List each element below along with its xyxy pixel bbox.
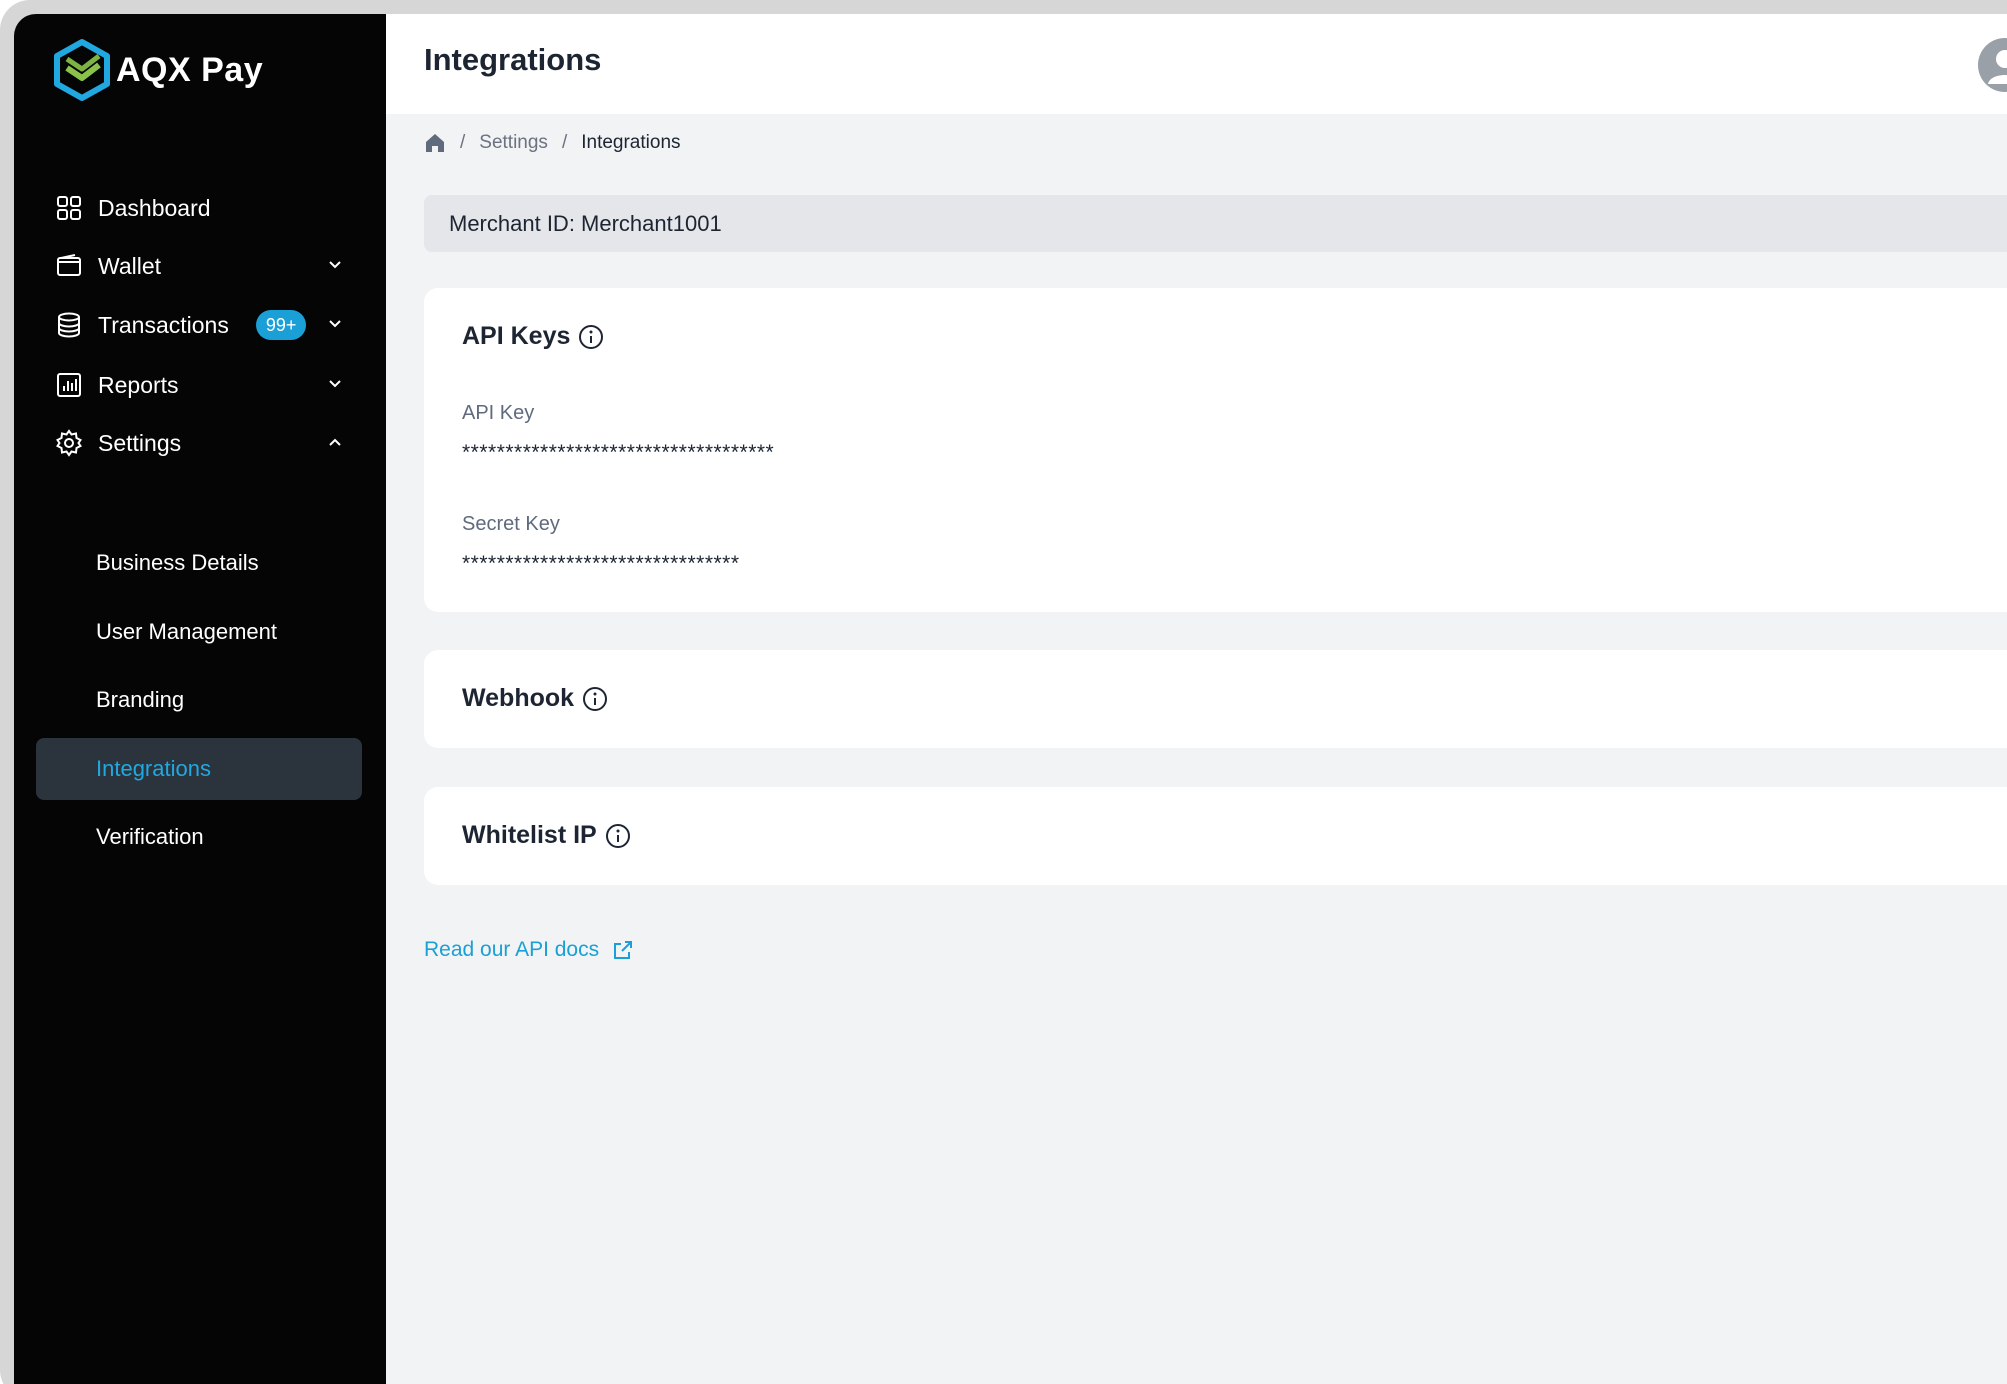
breadcrumb-settings-link[interactable]: Settings <box>479 132 548 154</box>
reports-icon <box>54 370 84 400</box>
sidebar-item-wallet[interactable]: Wallet <box>54 240 364 292</box>
brand-name: AQX Pay <box>116 50 264 89</box>
breadcrumb-current: Integrations <box>581 132 681 153</box>
sidebar-item-label: Dashboard <box>98 194 211 221</box>
database-icon <box>54 310 84 340</box>
chevron-down-icon <box>329 261 341 269</box>
sidebar: AQX Pay Dashboard Wallet Transactions 99… <box>14 14 386 1384</box>
info-icon[interactable] <box>582 686 608 712</box>
app-screen: AQX Pay Dashboard Wallet Transactions 99… <box>14 14 2007 1384</box>
api-key-label: API Key <box>462 402 535 424</box>
dashboard-icon <box>54 193 84 223</box>
top-bar: Integrations <box>386 14 2007 114</box>
whitelist-ip-card[interactable]: Whitelist IP <box>424 787 2007 885</box>
webhook-heading: Webhook <box>462 684 575 712</box>
secret-key-value: ******************************** <box>462 552 740 575</box>
secret-key-label: Secret Key <box>462 513 560 535</box>
api-docs-link[interactable]: Read our API docs <box>424 938 635 962</box>
api-docs-label: Read our API docs <box>424 938 600 961</box>
breadcrumb-separator: / <box>460 132 466 153</box>
home-icon[interactable] <box>424 132 446 154</box>
external-link-icon <box>614 941 633 959</box>
sidebar-item-business-details[interactable]: Business Details <box>36 532 362 594</box>
sidebar-item-branding[interactable]: Branding <box>36 669 362 731</box>
sidebar-item-label: Transactions <box>98 311 229 338</box>
api-keys-title: API Keys <box>462 322 604 351</box>
sidebar-item-transactions[interactable]: Transactions 99+ <box>54 299 364 351</box>
merchant-id-bar: Merchant ID: Merchant1001 <box>424 195 2007 252</box>
info-icon[interactable] <box>605 823 631 849</box>
brand-logo[interactable]: AQX Pay <box>52 38 263 102</box>
breadcrumb-separator: / <box>561 132 568 153</box>
sidebar-item-label: Wallet <box>98 252 162 279</box>
sidebar-subitem-label: Business Details <box>96 550 259 575</box>
api-key-value: ************************************ <box>462 441 775 464</box>
sidebar-subitem-label: Integrations <box>96 756 211 781</box>
webhook-title: Webhook <box>462 684 608 713</box>
chevron-down-icon <box>329 380 341 388</box>
sidebar-item-dashboard[interactable]: Dashboard <box>54 182 364 234</box>
transactions-count-badge: 99+ <box>255 310 307 340</box>
chevron-down-icon <box>329 320 341 328</box>
merchant-id-text: Merchant ID: Merchant1001 <box>449 210 722 236</box>
whitelist-ip-heading: Whitelist IP <box>462 821 597 849</box>
sidebar-subitem-label: Branding <box>96 687 185 712</box>
wallet-icon <box>54 251 84 281</box>
sidebar-item-label: Reports <box>98 371 179 398</box>
sidebar-item-settings[interactable]: Settings <box>54 417 364 469</box>
gear-icon <box>54 428 84 458</box>
chevron-up-icon <box>329 438 341 446</box>
sidebar-item-integrations[interactable]: Integrations <box>36 738 362 800</box>
sidebar-item-user-management[interactable]: User Management <box>36 601 362 663</box>
info-icon[interactable] <box>578 324 604 350</box>
breadcrumb: / Settings / Integrations <box>424 132 681 154</box>
api-keys-heading: API Keys <box>462 322 571 350</box>
sidebar-item-label: Settings <box>98 429 182 456</box>
webhook-card[interactable]: Webhook <box>424 650 2007 748</box>
api-keys-card: API Keys API Key ***********************… <box>424 288 2007 612</box>
sidebar-item-reports[interactable]: Reports <box>54 359 364 411</box>
whitelist-ip-title: Whitelist IP <box>462 821 631 850</box>
sidebar-subitem-label: User Management <box>96 619 277 644</box>
sidebar-subitem-label: Verification <box>96 824 204 849</box>
aqx-logo-icon <box>54 39 110 101</box>
page-title: Integrations <box>424 42 602 77</box>
sidebar-item-verification[interactable]: Verification <box>36 806 362 868</box>
